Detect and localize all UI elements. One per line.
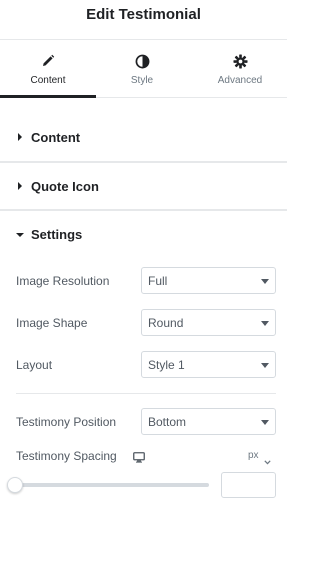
half-circle-icon bbox=[94, 54, 190, 70]
slider-handle[interactable] bbox=[7, 477, 23, 493]
pencil-icon bbox=[0, 54, 96, 70]
image-shape-value: Round bbox=[148, 316, 184, 330]
unit-selector[interactable]: px bbox=[248, 450, 259, 461]
caret-down-icon bbox=[16, 233, 24, 237]
caret-right-icon bbox=[18, 133, 22, 141]
testimony-spacing-slider[interactable] bbox=[16, 483, 209, 487]
dropdown-arrow-icon bbox=[261, 363, 269, 368]
testimony-spacing-input[interactable] bbox=[221, 472, 276, 498]
image-shape-label: Image Shape bbox=[16, 316, 88, 330]
dropdown-arrow-icon bbox=[261, 420, 269, 425]
tab-content-label: Content bbox=[30, 75, 66, 86]
dropdown-arrow-icon bbox=[261, 279, 269, 284]
testimony-position-label: Testimony Position bbox=[16, 415, 117, 429]
testimony-position-select[interactable]: Bottom bbox=[141, 408, 276, 435]
tab-content[interactable]: Content bbox=[0, 40, 96, 98]
section-content[interactable]: Content bbox=[0, 115, 287, 160]
layout-select[interactable]: Style 1 bbox=[141, 351, 276, 378]
panel-header: Edit Testimonial bbox=[0, 0, 287, 40]
section-quote-icon-title: Quote Icon bbox=[31, 179, 99, 194]
divider bbox=[16, 393, 276, 394]
divider bbox=[0, 209, 287, 211]
chevron-down-icon[interactable] bbox=[264, 452, 271, 470]
image-resolution-select[interactable]: Full bbox=[141, 267, 276, 294]
section-content-title: Content bbox=[31, 130, 81, 145]
section-quote-icon[interactable]: Quote Icon bbox=[0, 164, 287, 208]
testimony-spacing-label: Testimony Spacing bbox=[16, 449, 117, 463]
layout-value: Style 1 bbox=[148, 358, 185, 372]
tab-advanced[interactable]: Advanced bbox=[192, 40, 288, 97]
divider bbox=[0, 161, 287, 163]
tab-style-label: Style bbox=[130, 75, 154, 86]
testimony-position-value: Bottom bbox=[148, 415, 187, 429]
gear-icon bbox=[192, 54, 288, 70]
tab-advanced-label: Advanced bbox=[217, 75, 263, 86]
section-settings[interactable]: Settings bbox=[0, 212, 287, 256]
image-shape-select[interactable]: Round bbox=[141, 309, 276, 336]
desktop-icon[interactable] bbox=[133, 450, 145, 468]
image-resolution-value: Full bbox=[148, 274, 168, 288]
panel-tabs: Content Style Advanced bbox=[0, 40, 287, 98]
layout-label: Layout bbox=[16, 358, 53, 372]
tab-style[interactable]: Style bbox=[94, 40, 190, 97]
image-resolution-label: Image Resolution bbox=[16, 274, 110, 288]
panel-title: Edit Testimonial bbox=[86, 6, 201, 23]
dropdown-arrow-icon bbox=[261, 321, 269, 326]
caret-right-icon bbox=[18, 182, 22, 190]
section-settings-title: Settings bbox=[31, 227, 83, 242]
